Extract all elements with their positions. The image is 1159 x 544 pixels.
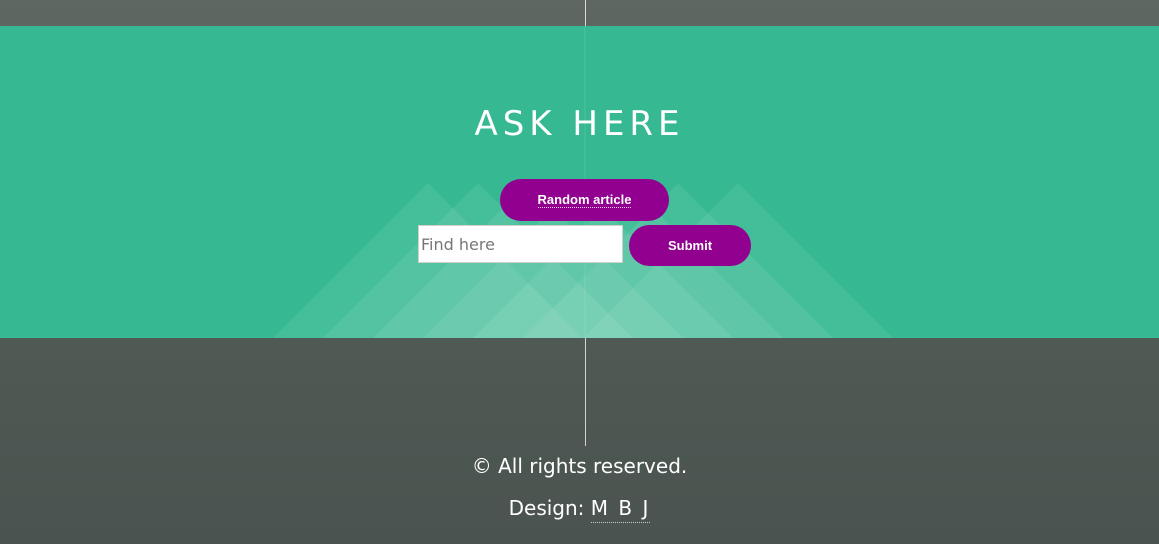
center-divider-line-bottom — [585, 338, 586, 446]
design-label: Design: — [508, 496, 585, 520]
random-article-label: Random article — [537, 192, 632, 208]
center-divider-line-top — [585, 0, 586, 26]
submit-button[interactable]: Submit — [629, 225, 751, 266]
ask-banner: ASK HERE Random article Submit — [0, 26, 1159, 338]
page-title: ASK HERE — [474, 104, 685, 144]
random-article-button[interactable]: Random article — [500, 179, 669, 221]
design-credit-line: Design: M B J — [0, 496, 1159, 523]
search-input[interactable] — [418, 225, 623, 263]
design-credit-link[interactable]: M B J — [590, 496, 651, 523]
copyright-text: © All rights reserved. — [471, 454, 688, 478]
